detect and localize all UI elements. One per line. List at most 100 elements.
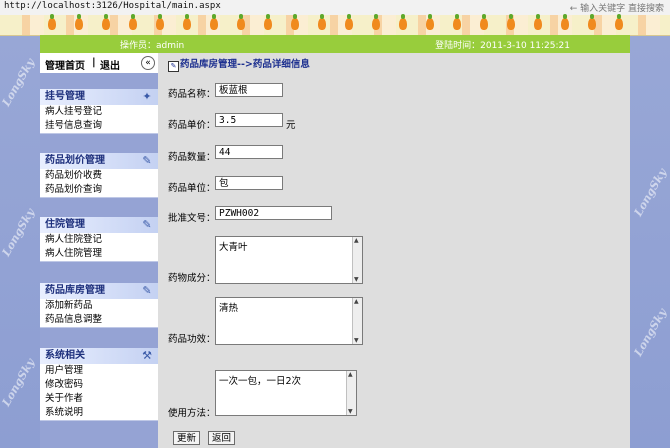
menu-group-registration: 挂号管理 ✦ 病人挂号登记 挂号信息查询 [40,89,158,134]
operator-label: 操作员：admin [120,41,185,51]
approval-number-label: 批准文号： [168,213,216,224]
carrot-decoration-icon [102,14,110,30]
drug-price-input[interactable]: 3.5 [215,113,283,127]
carrot-decoration-icon [48,14,56,30]
carrot-decoration-icon [372,14,380,30]
carrot-decoration-icon [291,14,299,30]
link-separator: | [92,57,96,68]
menu-group-pharmacy: 药品库房管理 ✎ 添加新药品 药品信息调整 [40,283,158,328]
watermark-text: LongSky [0,56,38,109]
menu-item-register-patient[interactable]: 病人挂号登记 [40,105,158,119]
ingredient-text: 大青叶 [219,242,248,253]
menu-group-header[interactable]: 药品库房管理 ✎ [40,283,158,299]
edit-icon: ✎ [142,154,152,167]
approval-number-input[interactable]: PZWH002 [215,206,332,220]
watermark-text: LongSky [631,166,670,219]
address-bar[interactable]: http://localhost:3126/Hospital/main.aspx… [0,0,670,16]
right-decoration-strip: LongSky LongSky [630,36,670,448]
menu-group-header[interactable]: 系统相关 ⚒ [40,348,158,364]
menu-group-title: 药品划价管理 [45,155,105,166]
carrot-decoration-icon [264,14,272,30]
edit-icon: ✎ [142,284,152,297]
carrot-decoration-icon [615,14,623,30]
menu-item-pricing-charge[interactable]: 药品划价收费 [40,169,158,183]
textarea-scrollbar[interactable] [352,298,362,344]
carrot-decoration-icon [561,14,569,30]
collapse-sidebar-icon[interactable]: « [141,56,155,70]
tools-icon: ⚒ [142,349,152,362]
textarea-scrollbar[interactable] [352,237,362,283]
menu-item-system-help[interactable]: 系统说明 [40,406,158,420]
carrot-decoration-icon [75,14,83,30]
effect-textarea[interactable]: 清热 [215,297,363,345]
effect-label: 药品功效： [168,334,216,345]
menu-group-title: 住院管理 [45,219,85,230]
search-hint[interactable]: ← 输入关键字 直接搜索 [570,1,664,14]
drug-unit-label: 药品单位： [168,183,216,194]
carrot-decoration-icon [156,14,164,30]
menu-item-inpatient-manage[interactable]: 病人住院管理 [40,247,158,261]
menu-item-add-drug[interactable]: 添加新药品 [40,299,158,313]
breadcrumb: ✎ 药品库房管理-->药品详细信息 [168,56,310,72]
menu-group-title: 系统相关 [45,350,85,361]
drug-price-label: 药品单价： [168,120,216,131]
menu-group-header[interactable]: 住院管理 ✎ [40,217,158,233]
drug-quantity-input[interactable]: 44 [215,145,283,159]
logout-link[interactable]: 退出 [100,57,120,72]
ingredient-label: 药物成分： [168,273,216,284]
menu-group-system: 系统相关 ⚒ 用户管理 修改密码 关于作者 系统说明 [40,348,158,421]
carrot-decoration-icon [345,14,353,30]
menu-item-about-author[interactable]: 关于作者 [40,392,158,406]
usage-text: 一次一包，一日2次 [219,376,302,387]
sidebar-menu: 管理首页 | 退出 « 挂号管理 ✦ 病人挂号登记 挂号信息查询 药品划价管理 … [40,53,158,448]
carrot-decoration-icon [480,14,488,30]
decorative-banner [0,14,670,36]
home-link[interactable]: 管理首页 [45,57,85,72]
textarea-scrollbar[interactable] [346,371,356,415]
drug-name-input[interactable]: 板蓝根 [215,83,283,97]
usage-label: 使用方法： [168,408,216,419]
menu-group-inpatient: 住院管理 ✎ 病人住院登记 病人住院管理 [40,217,158,262]
login-time-label: 登陆时间：2011-3-10 11:25:21 [435,41,570,51]
menu-group-title: 药品库房管理 [45,285,105,296]
edit-icon: ✎ [142,218,152,231]
carrot-decoration-icon [453,14,461,30]
top-info-bar: 操作员：admin 登陆时间：2011-3-10 11:25:21 [40,35,630,53]
breadcrumb-text: 药品库房管理-->药品详细信息 [180,59,310,70]
sidebar-top-links: 管理首页 | 退出 « [40,53,158,73]
address-text[interactable]: http://localhost:3126/Hospital/main.aspx [4,1,221,11]
usage-textarea[interactable]: 一次一包，一日2次 [215,370,357,416]
drug-name-label: 药品名称： [168,89,216,100]
carrot-decoration-icon [183,14,191,30]
update-button[interactable]: 更新 [173,431,201,445]
carrot-decoration-icon [129,14,137,30]
left-decoration-strip: LongSky LongSky LongSky [0,36,40,448]
carrot-decoration-icon [426,14,434,30]
price-unit-label: 元 [286,120,296,131]
menu-item-change-password[interactable]: 修改密码 [40,378,158,392]
drug-quantity-label: 药品数量： [168,152,216,163]
menu-item-user-manage[interactable]: 用户管理 [40,364,158,378]
main-content: ✎ 药品库房管理-->药品详细信息 药品名称： 板蓝根 药品单价： 3.5 元 药… [158,53,630,448]
menu-item-adjust-drug[interactable]: 药品信息调整 [40,313,158,327]
carrot-decoration-icon [534,14,542,30]
edit-icon: ✎ [168,61,179,72]
carrot-decoration-icon [210,14,218,30]
back-button[interactable]: 返回 [208,431,236,445]
menu-group-header[interactable]: 药品划价管理 ✎ [40,153,158,169]
carrot-decoration-icon [237,14,245,30]
menu-group-header[interactable]: 挂号管理 ✦ [40,89,158,105]
menu-item-inpatient-register[interactable]: 病人住院登记 [40,233,158,247]
register-icon: ✦ [142,90,152,103]
watermark-text: LongSky [0,356,38,409]
effect-text: 清热 [219,303,239,314]
watermark-text: LongSky [631,306,670,359]
menu-item-register-query[interactable]: 挂号信息查询 [40,119,158,133]
ingredient-textarea[interactable]: 大青叶 [215,236,363,284]
menu-group-title: 挂号管理 [45,91,85,102]
drug-unit-input[interactable]: 包 [215,176,283,190]
carrot-decoration-icon [507,14,515,30]
menu-item-pricing-query[interactable]: 药品划价查询 [40,183,158,197]
carrot-decoration-icon [399,14,407,30]
menu-group-pricing: 药品划价管理 ✎ 药品划价收费 药品划价查询 [40,153,158,198]
